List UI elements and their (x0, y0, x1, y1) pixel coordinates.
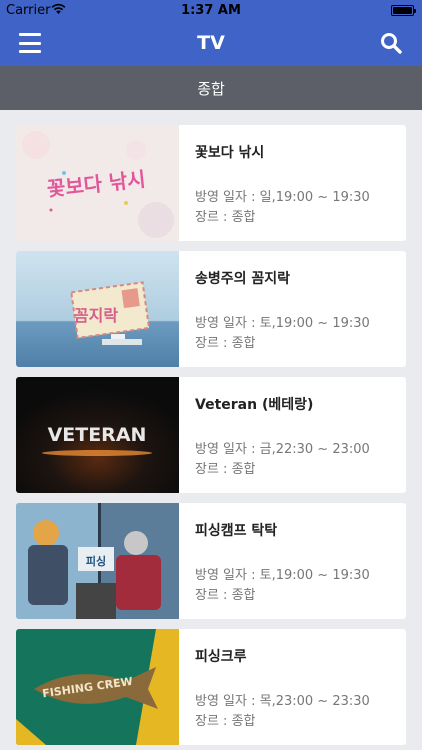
program-card[interactable]: 꼼지락 송병주의 꼼지락 방영 일자 : 토,19:00 ~ 19:30 장르 … (16, 251, 406, 367)
page-title: TV (197, 32, 225, 54)
thumbnail-text: 피싱 (86, 554, 106, 568)
program-title: Veteran (베테랑) (195, 397, 314, 413)
status-time: 1:37 AM (181, 3, 241, 18)
program-info: 꽃보다 낚시 방영 일자 : 일,19:00 ~ 19:30 장르 : 종합 (195, 125, 398, 241)
program-airtime: 방영 일자 : 일,19:00 ~ 19:30 (195, 190, 370, 205)
program-thumbnail[interactable]: VETERAN (16, 377, 179, 493)
category-label: 종합 (197, 80, 225, 98)
program-airtime: 방영 일자 : 목,23:00 ~ 23:30 (195, 694, 370, 709)
nav-bar: TV (0, 22, 422, 66)
program-thumbnail[interactable]: 꽃보다 낚시 (16, 125, 179, 241)
program-info: 피싱크루 방영 일자 : 목,23:00 ~ 23:30 장르 : 종합 (195, 629, 398, 745)
category-header[interactable]: 종합 (0, 66, 422, 110)
program-genre: 장르 : 종합 (195, 462, 256, 477)
program-thumbnail[interactable]: FISHING CREW (16, 629, 179, 745)
thumbnail-text: 꼼지락 (74, 306, 118, 325)
program-title: 피싱크루 (195, 649, 247, 665)
program-thumbnail[interactable]: 피싱 (16, 503, 179, 619)
program-card[interactable]: VETERAN Veteran (베테랑) 방영 일자 : 금,22:30 ~ … (16, 377, 406, 493)
program-genre: 장르 : 종합 (195, 714, 256, 729)
status-bar: Carrier 1:37 AM (0, 0, 422, 22)
program-thumbnail[interactable]: 꼼지락 (16, 251, 179, 367)
program-card[interactable]: FISHING CREW 피싱크루 방영 일자 : 목,23:00 ~ 23:3… (16, 629, 406, 745)
program-genre: 장르 : 종합 (195, 336, 256, 351)
program-card[interactable]: 피싱 피싱캠프 탁탁 방영 일자 : 토,19:00 ~ 19:30 장르 : … (16, 503, 406, 619)
program-info: 송병주의 꼼지락 방영 일자 : 토,19:00 ~ 19:30 장르 : 종합 (195, 251, 398, 367)
battery-icon (391, 5, 416, 16)
program-info: Veteran (베테랑) 방영 일자 : 금,22:30 ~ 23:00 장르… (195, 377, 398, 493)
program-title: 꽃보다 낚시 (195, 145, 265, 161)
program-airtime: 방영 일자 : 토,19:00 ~ 19:30 (195, 316, 370, 331)
thumbnail-text: VETERAN (48, 424, 147, 446)
search-icon[interactable] (380, 32, 402, 54)
program-card[interactable]: 꽃보다 낚시 꽃보다 낚시 방영 일자 : 일,19:00 ~ 19:30 장르… (16, 125, 406, 241)
program-info: 피싱캠프 탁탁 방영 일자 : 토,19:00 ~ 19:30 장르 : 종합 (195, 503, 398, 619)
program-airtime: 방영 일자 : 금,22:30 ~ 23:00 (195, 442, 370, 457)
program-genre: 장르 : 종합 (195, 210, 256, 225)
program-genre: 장르 : 종합 (195, 588, 256, 603)
program-title: 송병주의 꼼지락 (195, 271, 291, 287)
program-airtime: 방영 일자 : 토,19:00 ~ 19:30 (195, 568, 370, 583)
program-title: 피싱캠프 탁탁 (195, 523, 278, 539)
